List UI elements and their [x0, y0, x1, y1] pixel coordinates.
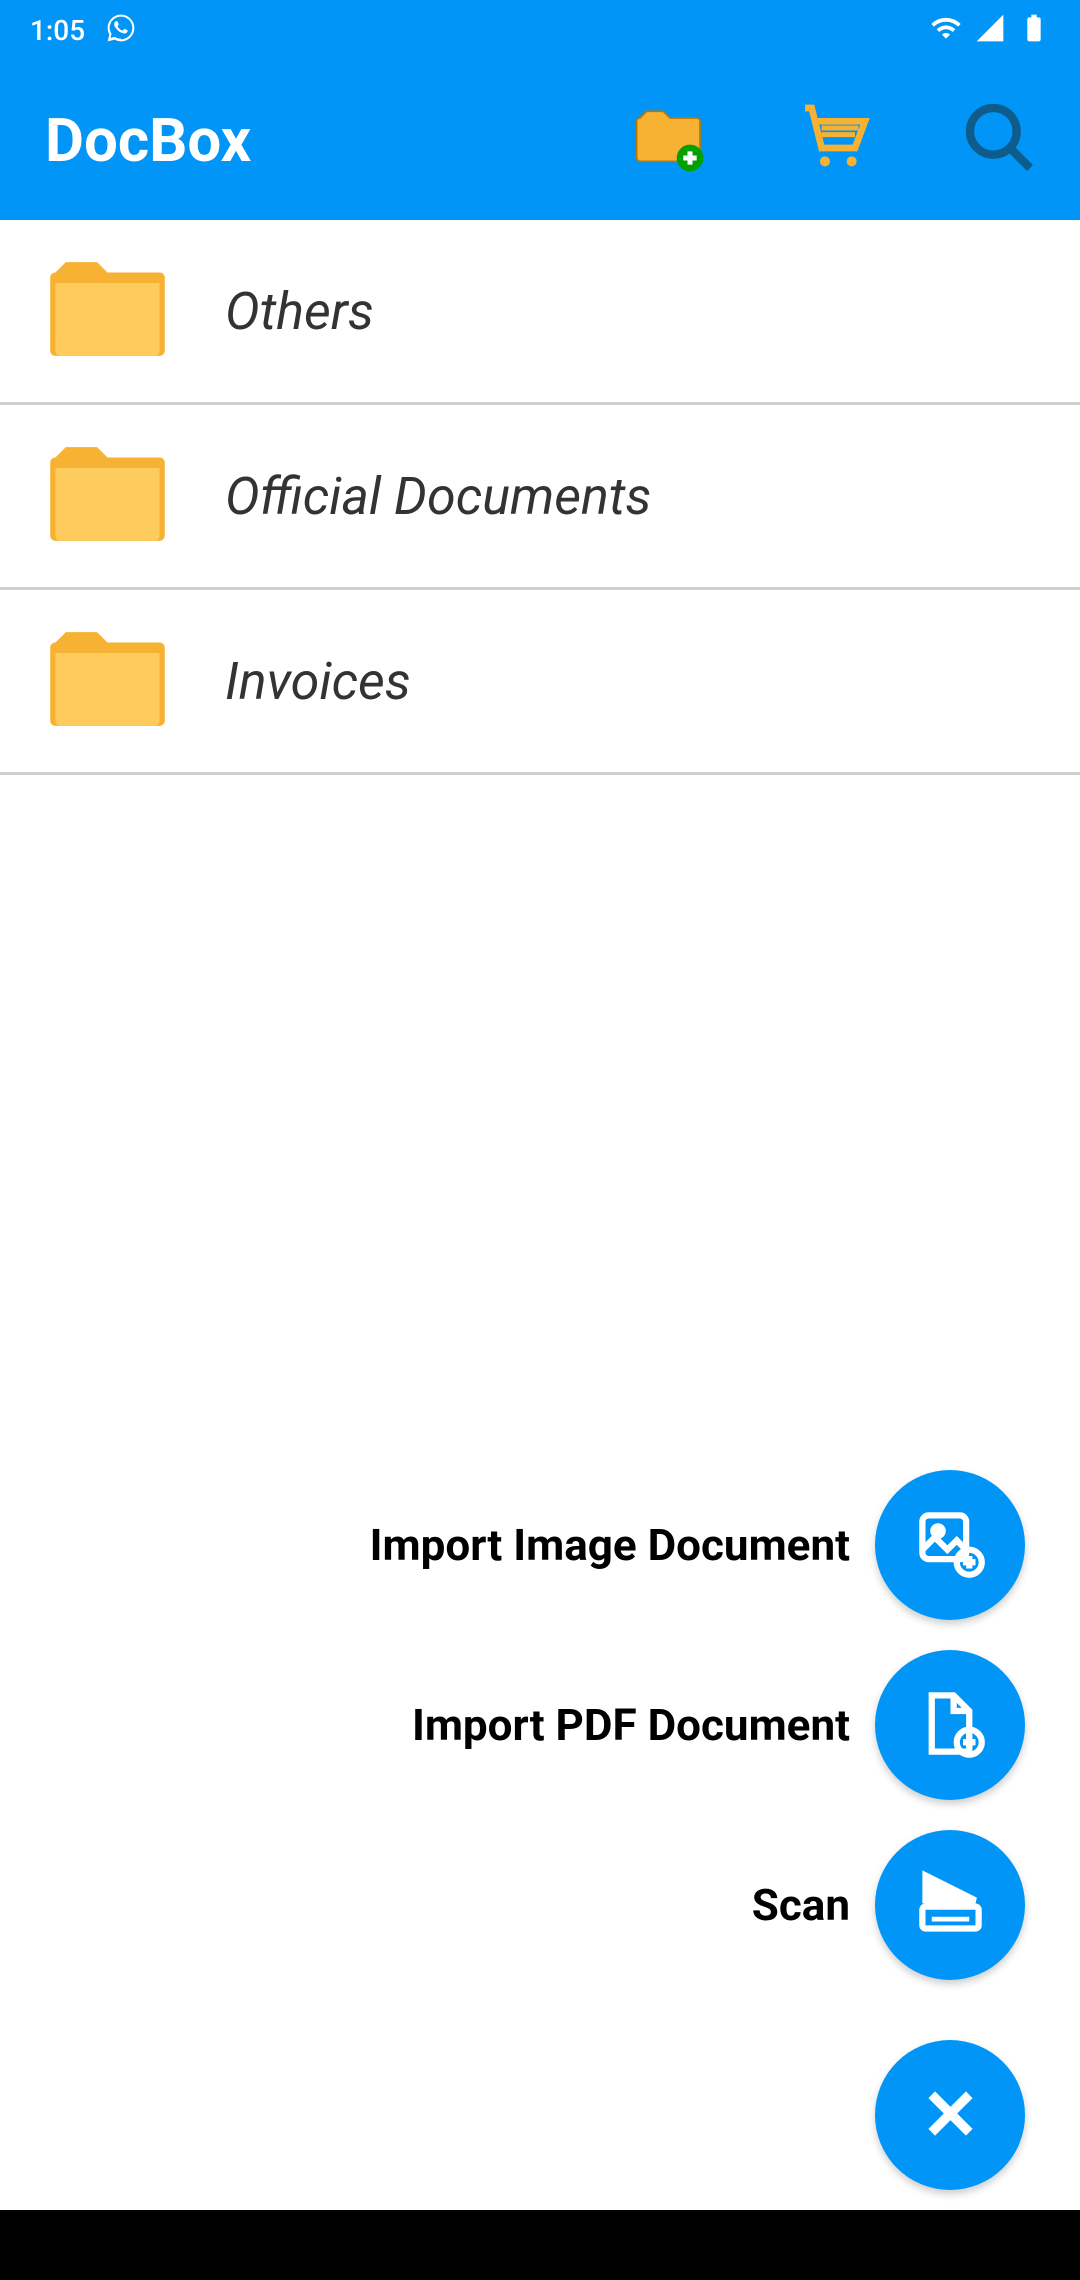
import-pdf-button[interactable] — [875, 1650, 1025, 1800]
folder-icon — [45, 254, 170, 368]
folder-name: Official Documents — [225, 466, 651, 527]
folder-icon — [45, 624, 170, 738]
status-left: 1:05 — [30, 12, 137, 48]
fab-item-import-image: Import Image Document — [370, 1470, 1025, 1620]
import-image-button[interactable] — [875, 1470, 1025, 1620]
fab-label: Scan — [752, 1879, 850, 1931]
fab-item-close — [875, 2040, 1025, 2190]
wifi-icon — [930, 12, 962, 48]
fab-item-import-pdf: Import PDF Document — [412, 1650, 1025, 1800]
file-add-icon — [913, 1686, 988, 1765]
status-bar: 1:05 — [0, 0, 1080, 60]
folder-list: Others Official Documents Invoices — [0, 220, 1080, 775]
scanner-icon — [913, 1866, 988, 1945]
image-add-icon — [913, 1506, 988, 1585]
folder-name: Invoices — [225, 651, 411, 712]
fab-menu: Import Image Document Import PDF Documen… — [370, 1470, 1025, 2190]
close-fab-button[interactable] — [875, 2040, 1025, 2190]
folder-name: Others — [225, 281, 374, 342]
fab-item-scan: Scan — [752, 1830, 1025, 1980]
close-icon — [913, 2076, 988, 2155]
status-right — [930, 12, 1050, 48]
scan-button[interactable] — [875, 1830, 1025, 1980]
nav-area — [0, 2210, 1080, 2280]
signal-icon — [974, 12, 1006, 48]
new-folder-icon[interactable] — [630, 98, 710, 182]
status-time: 1:05 — [30, 14, 85, 47]
battery-icon — [1018, 12, 1050, 48]
cart-icon[interactable] — [795, 98, 875, 182]
folder-item-invoices[interactable]: Invoices — [0, 590, 1080, 775]
folder-icon — [45, 439, 170, 553]
whatsapp-icon — [105, 12, 137, 48]
folder-item-others[interactable]: Others — [0, 220, 1080, 405]
folder-item-official[interactable]: Official Documents — [0, 405, 1080, 590]
fab-label: Import Image Document — [370, 1519, 850, 1571]
home-indicator[interactable] — [390, 2255, 690, 2265]
header-actions — [630, 98, 1040, 182]
fab-label: Import PDF Document — [412, 1699, 850, 1751]
search-icon[interactable] — [960, 98, 1040, 182]
app-title: DocBox — [45, 105, 251, 176]
app-header: DocBox — [0, 60, 1080, 220]
